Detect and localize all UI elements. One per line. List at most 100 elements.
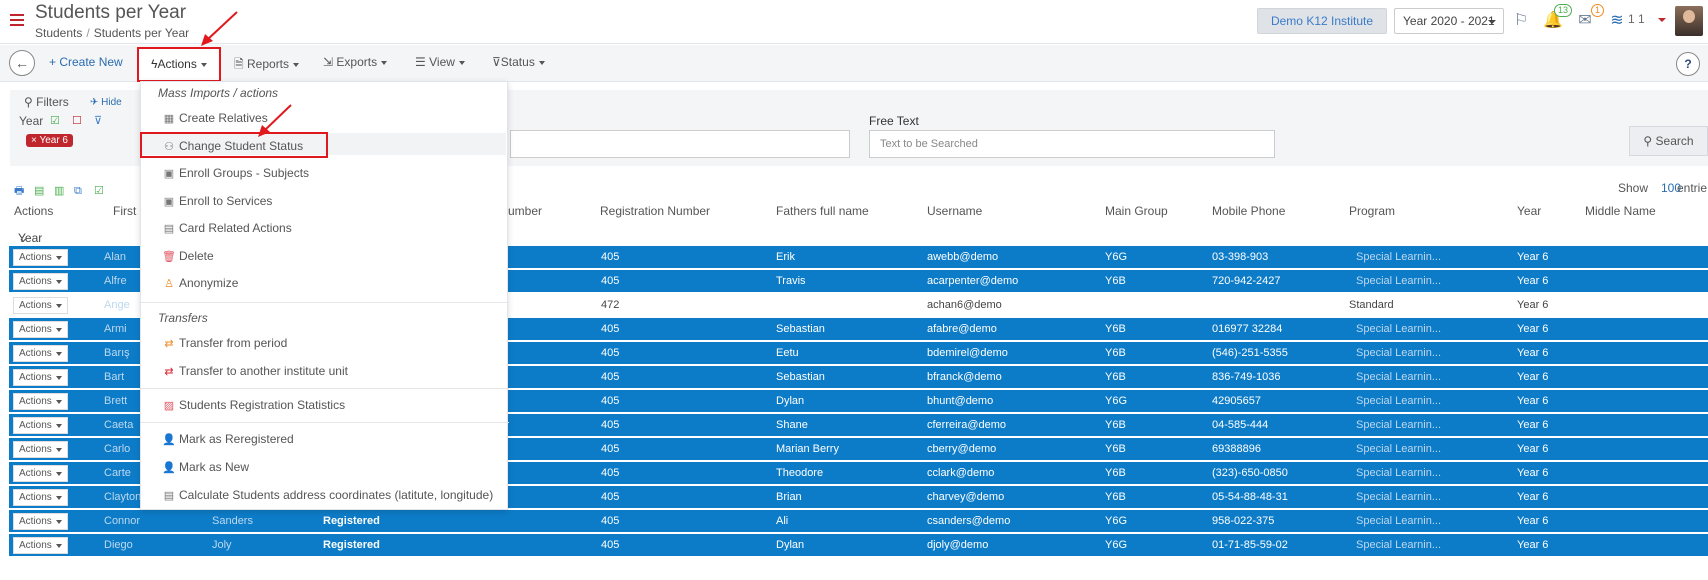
menu-item-students-registration-statistics[interactable]: ▨ Students Registration Statistics [162,398,345,412]
cell-first-name[interactable]: Ange [104,299,130,311]
layers-icon[interactable]: ≋ [1606,10,1628,32]
status-button[interactable]: ⊽Status [492,55,545,69]
hamburger-menu-icon[interactable] [10,14,24,28]
free-text-input[interactable]: Text to be Searched [869,130,1275,158]
cell-program[interactable]: Special Learnin... [1356,467,1441,479]
create-new-button[interactable]: + Create New [49,55,123,69]
cell-first-name[interactable]: Brett [104,395,127,407]
cell-program[interactable]: Standard [1349,299,1394,311]
cell-last-name[interactable]: Sanders [212,515,253,527]
back-button[interactable]: ← [9,50,35,76]
col-year[interactable]: Year [1517,204,1541,218]
cell-program[interactable]: Special Learnin... [1356,539,1441,551]
cell-first-name[interactable]: Alfre [104,275,127,287]
row-actions-button[interactable]: Actions [13,393,68,410]
menu-item-enroll-to-services[interactable]: ▣ Enroll to Services [162,194,273,208]
row-actions-button[interactable]: Actions [13,441,68,458]
filters-hide-link[interactable]: ✈ Hide [90,97,122,108]
cell-first-name[interactable]: Barış [104,347,130,359]
menu-item-transfer-to-another-institute-unit[interactable]: ⇄ Transfer to another institute unit [162,364,348,378]
table-row[interactable]: Actions Diego Joly Registered 405 Dylan djoly@… [9,534,1708,558]
row-actions-button[interactable]: Actions [13,273,68,290]
exports-button[interactable]: ⇲ Exports [323,55,388,69]
cell-program[interactable]: Special Learnin... [1356,491,1441,503]
col-main-group[interactable]: Main Group [1105,204,1168,218]
cell-program[interactable]: Special Learnin... [1356,419,1441,431]
search-button[interactable]: ⚲ Search [1629,126,1708,156]
cell-last-name[interactable]: Joly [212,539,232,551]
cell-first-name[interactable]: Alan [104,251,126,263]
user-name[interactable]: 1 1 [1628,12,1645,26]
copy-icon[interactable]: ⧉ [74,185,87,198]
row-actions-button[interactable]: Actions [13,537,68,554]
col-fathers-name[interactable]: Fathers full name [776,204,869,218]
excel-icon[interactable]: ▤ [34,184,47,197]
cell-first-name[interactable]: Connor [104,515,140,527]
menu-item-enroll-groups-subjects[interactable]: ▣ Enroll Groups - Subjects [162,166,309,180]
user-caret-icon[interactable] [1658,18,1666,22]
cell-program[interactable]: Special Learnin... [1356,275,1441,287]
menu-item-anonymize[interactable]: ♙ Anonymize [162,276,238,290]
reports-button[interactable]: 🗎 Reports [234,55,300,76]
col-mobile-phone[interactable]: Mobile Phone [1212,204,1285,218]
cell-program[interactable]: Special Learnin... [1356,371,1441,383]
col-actions[interactable]: Actions [14,204,53,218]
cell-first-name[interactable]: Diego [104,539,133,551]
cell-program[interactable]: Special Learnin... [1356,395,1441,407]
cell-first-name[interactable]: Armi [104,323,127,335]
cell-program[interactable]: Special Learnin... [1356,251,1441,263]
year-filter-tag[interactable]: × Year 6 [26,134,73,147]
cell-username: bdemirel@demo [927,347,1008,359]
menu-item-mark-as-new[interactable]: 👤 Mark as New [162,460,249,474]
year-select[interactable]: Year 2020 - 2021 [1394,8,1504,34]
cell-first-name[interactable]: Clayton [104,491,141,503]
row-actions-button[interactable]: Actions [13,297,68,314]
menu-item-calculate-students-address-coordinates-latitute-longitude[interactable]: ▤ Calculate Students address coordinates … [162,488,493,502]
avatar[interactable] [1675,6,1703,36]
check-icon[interactable]: ☑ [94,184,107,197]
row-actions-button[interactable]: Actions [13,249,68,266]
cell-program[interactable]: Special Learnin... [1356,443,1441,455]
bell-icon[interactable]: 🔔 13 [1542,4,1572,32]
col-number[interactable]: umber [508,204,542,218]
menu-item-delete[interactable]: 🗑 Delete [162,249,214,263]
row-actions-button[interactable]: Actions [13,345,68,362]
cell-first-name[interactable]: Carte [104,467,131,479]
breadcrumb-students[interactable]: Students [35,26,82,40]
cell-program[interactable]: Special Learnin... [1356,515,1441,527]
row-actions-button[interactable]: Actions [13,465,68,482]
col-program[interactable]: Program [1349,204,1395,218]
csv-icon[interactable]: ▥ [54,184,67,197]
institute-button[interactable]: Demo K12 Institute [1257,8,1387,34]
menu-item-label: Transfer from period [179,336,288,350]
menu-item-card-related-actions[interactable]: ▤ Card Related Actions [162,221,292,235]
funnel-icon[interactable]: ⊽ [94,114,102,127]
menu-item-mark-as-reregistered[interactable]: 👤 Mark as Reregistered [162,432,294,446]
row-actions-button[interactable]: Actions [13,369,68,386]
cell-first-name[interactable]: Caeta [104,419,133,431]
view-button[interactable]: ☰ View [415,55,465,69]
row-actions-button[interactable]: Actions [13,489,68,506]
row-actions-button[interactable]: Actions [13,417,68,434]
menu-item-icon: ▤ [163,490,175,502]
envelope-icon[interactable]: ✉ 1 [1574,4,1604,32]
cell-first-name[interactable]: Bart [104,371,124,383]
col-username[interactable]: Username [927,204,982,218]
cell-program[interactable]: Special Learnin... [1356,347,1441,359]
print-icon[interactable]: 🖶 [14,182,27,201]
row-actions-button[interactable]: Actions [13,513,68,530]
menu-item-create-relatives[interactable]: ▦ Create Relatives [162,111,268,125]
col-middle-name[interactable]: Middle Name [1585,204,1656,218]
filter-input[interactable] [510,130,850,158]
help-button[interactable]: ? [1676,52,1700,76]
clear-icon[interactable]: ☐ [72,114,82,127]
cell-first-name[interactable]: Carlo [104,443,130,455]
menu-item-transfer-from-period[interactable]: ⇄ Transfer from period [162,336,287,350]
row-actions-button[interactable]: Actions [13,321,68,338]
actions-button[interactable]: ϟActions [137,47,221,82]
select-all-icon[interactable]: ☑ [50,114,60,127]
cell-program[interactable]: Special Learnin... [1356,323,1441,335]
col-registration-number[interactable]: Registration Number [600,204,710,218]
table-row[interactable]: Actions Connor Sanders Registered 405 Ali csan… [9,510,1708,534]
flag-icon[interactable]: ⚐ [1510,10,1532,32]
